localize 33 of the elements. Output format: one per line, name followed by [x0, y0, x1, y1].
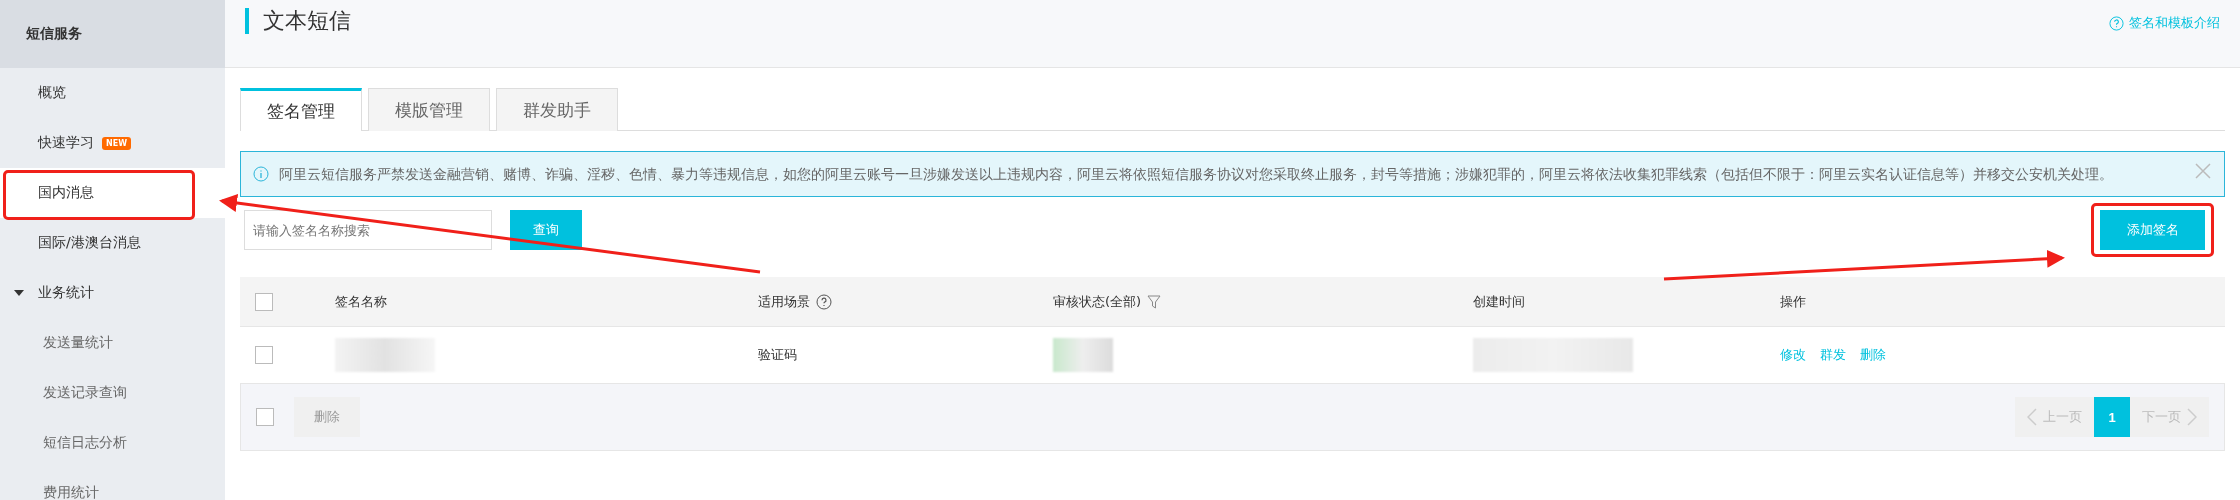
search-field[interactable]: 请输入签名名称搜索: [244, 210, 492, 250]
sidebar-item[interactable]: 短信日志分析: [0, 418, 225, 468]
notice-text: 阿里云短信服务严禁发送金融营销、赌博、诈骗、淫秽、色情、暴力等违规信息，如您的阿里云账号一旦涉嫌发送以上违规内容，阿里云将依照短信服务协议对您采取终止服务，封号等措施；涉嫌犯罪的，阿里云将依法收集犯罪线索（包括但不限于：阿里云实名认证信息等）并移交公安机关处理。: [279, 165, 2113, 184]
checkbox[interactable]: [256, 408, 274, 426]
help-icon: [816, 293, 832, 310]
redacted-block: [1053, 338, 1113, 372]
sidebar-item[interactable]: 国际/港澳台消息: [0, 218, 225, 268]
sidebar-item[interactable]: 发送记录查询: [0, 368, 225, 418]
help-icon: [2109, 15, 2124, 31]
column-header: 适用场景: [758, 292, 810, 311]
column-header: 签名名称: [335, 292, 387, 311]
sidebar-item[interactable]: 快速学习 NEW: [0, 118, 225, 168]
chevron-right-icon: [2187, 408, 2197, 426]
table-cell: 验证码: [758, 346, 797, 364]
column-header: 审核状态(全部): [1053, 292, 1142, 311]
tab[interactable]: 群发助手: [496, 88, 618, 131]
sidebar-item[interactable]: 业务统计: [0, 268, 225, 318]
info-icon: [253, 166, 269, 182]
chevron-left-icon: [2027, 408, 2037, 426]
page-title: 文本短信: [245, 8, 351, 34]
sidebar-item[interactable]: 概览: [0, 68, 225, 118]
sidebar-item[interactable]: 费用统计: [0, 468, 225, 500]
sidebar-item[interactable]: 发送量统计: [0, 318, 225, 368]
sidebar-item[interactable]: 国内消息: [0, 168, 225, 218]
checkbox[interactable]: [255, 292, 273, 311]
filter-icon[interactable]: [1147, 294, 1162, 309]
column-header: 操作: [1780, 292, 1806, 311]
sidebar-title: 短信服务: [0, 0, 225, 68]
new-badge: NEW: [102, 136, 131, 150]
checkbox[interactable]: [255, 346, 273, 364]
tab[interactable]: 签名管理: [240, 88, 362, 131]
column-header: 创建时间: [1473, 292, 1525, 311]
tab[interactable]: 模版管理: [368, 88, 490, 131]
